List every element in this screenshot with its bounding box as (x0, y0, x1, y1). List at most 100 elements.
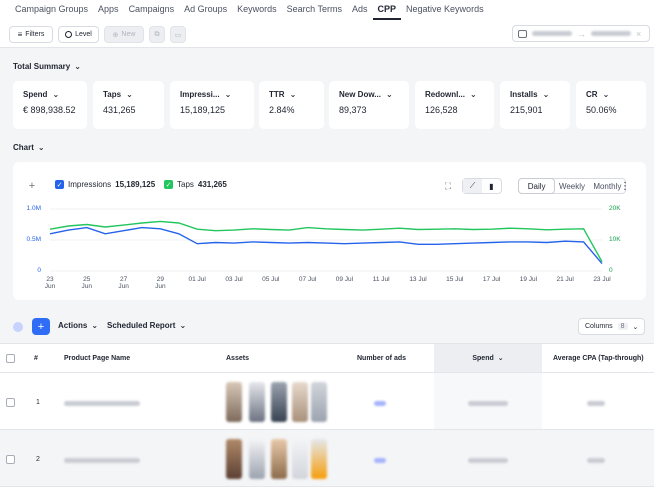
spend-redacted (468, 458, 508, 463)
tab-campaign-groups[interactable]: Campaign Groups (10, 0, 93, 20)
duplicate-button[interactable]: ⧉ (149, 26, 165, 43)
x-tick-label: 19 Jul (519, 276, 538, 283)
card-label: Taps (103, 90, 122, 99)
x-tick-label: 25 Jun (81, 276, 93, 290)
summary-cards: Spend ⌄ € 898,938.52 Taps ⌄ 431,265 Impres… (13, 81, 646, 129)
asset-thumbnail (311, 439, 327, 479)
calendar-icon (518, 29, 527, 38)
chevron-down-icon: ⌄ (126, 90, 133, 99)
new-button[interactable]: ⊕ New (104, 26, 144, 43)
card-label: Impressi... (180, 90, 220, 99)
row-checkbox[interactable] (6, 455, 15, 464)
chart-panel: + ✓ Impressions 15,189,125 ✓ Taps 431,26… (13, 162, 646, 300)
card-value: 89,373 (339, 105, 367, 115)
x-tick-label: 23 Jun (44, 276, 56, 290)
actions-label: Actions (58, 321, 88, 330)
chevron-down-icon: ⌄ (91, 321, 99, 330)
add-button[interactable]: + (32, 318, 50, 335)
card-redownloads[interactable]: Redownl... ⌄ 126,528 (415, 81, 494, 129)
x-tick-label: 29 Jun (155, 276, 166, 290)
header-spend[interactable]: Spend ⌄ (434, 344, 542, 373)
chevron-down-icon: ⌄ (52, 90, 60, 99)
line-chart (49, 208, 603, 272)
tab-ad-groups[interactable]: Ad Groups (179, 0, 232, 20)
asset-thumbnail (271, 439, 287, 479)
card-value: 2.84% (269, 105, 295, 115)
level-label: Level (75, 31, 92, 38)
header-index: # (34, 344, 54, 373)
table-toolbar: + Actions ⌄ Scheduled Report ⌄ Columns 8… (0, 313, 654, 343)
sort-down-icon: ⌄ (497, 355, 504, 362)
x-tick-label: 23 Jul (593, 276, 611, 283)
ads-count-redacted (374, 401, 386, 406)
asset-thumbnail (226, 439, 242, 479)
card-label: New Dow... (339, 90, 381, 99)
table-row[interactable]: 2 (0, 430, 654, 487)
plus-icon: ⊕ (112, 31, 119, 39)
chevron-down-icon: ⌄ (289, 90, 297, 99)
card-label: Spend (23, 90, 48, 99)
row-name-redacted (64, 401, 140, 406)
header-name[interactable]: Product Page Name (64, 344, 214, 373)
header-assets[interactable]: Assets (226, 344, 326, 373)
new-label: New (121, 31, 136, 38)
filters-button[interactable]: ≡ Filters (9, 26, 53, 43)
card-taps[interactable]: Taps ⌄ 431,265 (93, 81, 164, 129)
trash-icon: ▭ (174, 31, 182, 39)
tab-cpp[interactable]: CPP (372, 0, 402, 20)
x-tick-label: 05 Jul (262, 276, 280, 283)
x-tick-label: 03 Jul (225, 276, 243, 283)
level-icon (65, 31, 73, 38)
tab-campaigns[interactable]: Campaigns (124, 0, 180, 20)
select-all-checkbox[interactable] (6, 353, 15, 363)
table-row[interactable]: 1 (0, 373, 654, 430)
header-cpa[interactable]: Average CPA (Tap-through) (553, 344, 653, 373)
total-summary-toggle[interactable]: Total Summary ⌄ (13, 62, 81, 71)
x-tick-label: 01 Jul (188, 276, 206, 283)
tab-ads[interactable]: Ads (347, 0, 373, 20)
scheduled-report-label: Scheduled Report (107, 321, 176, 330)
card-impressions[interactable]: Impressi... ⌄ 15,189,125 (170, 81, 254, 129)
arrow-right-icon: → (577, 28, 586, 39)
card-spend[interactable]: Spend ⌄ € 898,938.52 (13, 81, 87, 129)
select-all-dot[interactable] (13, 322, 23, 332)
asset-thumbnail (249, 382, 265, 422)
card-new-downloads[interactable]: New Dow... ⌄ 89,373 (329, 81, 409, 129)
toolbar: ≡ Filters Level ⊕ New ⧉ ▭ → × (0, 20, 654, 48)
chart-toggle[interactable]: Chart ⌄ (13, 143, 45, 152)
card-installs[interactable]: Installs ⌄ 215,901 (500, 81, 570, 129)
tab-negative-keywords[interactable]: Negative Keywords (401, 0, 489, 20)
row-index: 1 (36, 399, 40, 406)
delete-button[interactable]: ▭ (170, 26, 186, 43)
columns-count: 8 (617, 323, 628, 330)
chevron-down-icon: ⌄ (224, 90, 232, 99)
x-tick-label: 11 Jul (372, 276, 390, 283)
asset-thumbnail (292, 382, 308, 422)
card-value: 126,528 (425, 105, 458, 115)
chevron-down-icon: ⌄ (542, 90, 550, 99)
columns-button[interactable]: Columns 8 ⌄ (578, 318, 645, 335)
tab-keywords[interactable]: Keywords (232, 0, 282, 20)
card-ttr[interactable]: TTR ⌄ 2.84% (259, 81, 324, 129)
tab-search-terms[interactable]: Search Terms (282, 0, 347, 20)
chevron-down-icon: ⌄ (632, 323, 639, 331)
tab-apps[interactable]: Apps (93, 0, 124, 20)
card-cr[interactable]: CR ⌄ 50.06% (576, 81, 646, 129)
filter-icon: ≡ (17, 30, 23, 39)
row-checkbox[interactable] (6, 398, 15, 407)
level-button[interactable]: Level (58, 26, 99, 43)
chevron-down-icon: ⌄ (74, 62, 81, 71)
x-tick-label: 17 Jul (482, 276, 501, 283)
card-label: CR (586, 90, 598, 99)
cpa-redacted (587, 401, 605, 406)
copy-icon: ⧉ (154, 30, 160, 38)
close-icon: × (636, 28, 642, 39)
header-select (6, 344, 26, 373)
header-ads[interactable]: Number of ads (357, 344, 427, 373)
columns-label: Columns (585, 323, 613, 330)
scheduled-report-dropdown[interactable]: Scheduled Report ⌄ (107, 321, 186, 330)
start-date-redacted (532, 31, 572, 36)
x-tick-label: 27 Jun (118, 276, 129, 290)
actions-dropdown[interactable]: Actions ⌄ (58, 321, 98, 330)
date-range-picker[interactable]: → × (512, 25, 650, 42)
